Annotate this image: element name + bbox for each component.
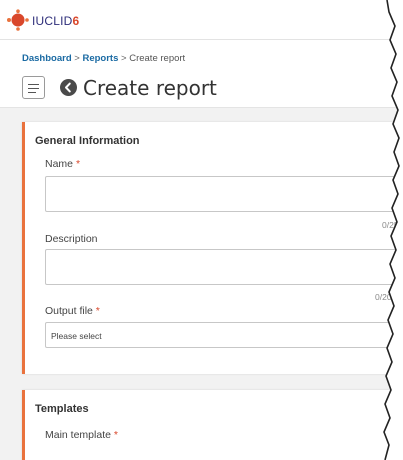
breadcrumb-current: Create report	[129, 53, 186, 64]
name-label-text: Name	[45, 158, 74, 170]
output-file-select[interactable]: Please select	[45, 322, 403, 348]
page-title: Create report	[83, 76, 217, 100]
back-arrow-icon[interactable]	[60, 79, 77, 96]
breadcrumb: Dashboard > Reports > Create report	[22, 53, 185, 64]
output-file-label-text: Output file	[45, 305, 93, 317]
breadcrumb-separator: >	[74, 53, 80, 64]
general-information-title: General Information	[35, 135, 140, 147]
main-template-label: Main template *	[45, 429, 118, 441]
app-window: IUCLID6 Dashboard > Reports > Create rep…	[0, 0, 403, 460]
templates-title: Templates	[35, 403, 89, 415]
main-template-label-text: Main template	[45, 429, 111, 441]
output-file-label: Output file *	[45, 305, 100, 317]
logo-text: IUCLID6	[32, 14, 79, 28]
templates-card: Templates Main template *	[22, 390, 403, 460]
description-input[interactable]	[45, 249, 403, 285]
logo-word: IUCLID	[32, 14, 73, 28]
name-label: Name *	[45, 158, 80, 170]
required-marker: *	[113, 429, 118, 441]
description-label: Description	[45, 233, 98, 245]
required-marker: *	[95, 305, 100, 317]
breadcrumb-separator: >	[121, 53, 127, 64]
breadcrumb-reports[interactable]: Reports	[82, 53, 118, 64]
required-marker: *	[75, 158, 81, 170]
output-file-selected-value: Please select	[51, 331, 102, 341]
top-bar: IUCLID6	[0, 0, 403, 40]
general-information-card: General Information Name * 0/25 Descript…	[22, 122, 403, 374]
iuclid-logo-icon[interactable]	[6, 8, 30, 32]
breadcrumb-dashboard[interactable]: Dashboard	[22, 53, 72, 64]
logo-version: 6	[72, 14, 80, 28]
menu-toggle-button[interactable]	[22, 76, 45, 99]
torn-edge-decoration	[383, 0, 403, 460]
name-input[interactable]	[45, 176, 403, 212]
